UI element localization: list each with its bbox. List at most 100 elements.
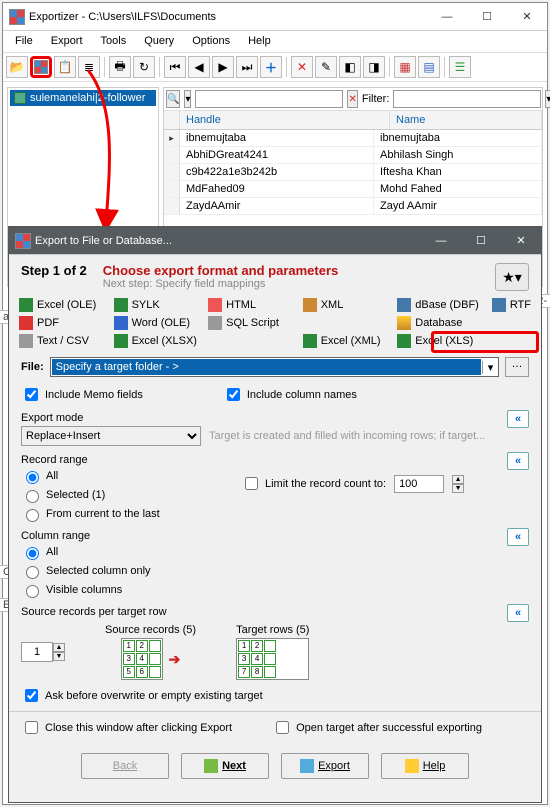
collapse-button[interactable]: « [507, 410, 529, 428]
table-row[interactable]: ibnemujtabaibnemujtaba [164, 130, 542, 147]
tool-a-icon[interactable]: ◧ [339, 56, 361, 78]
dlg-maximize-button[interactable]: ☐ [461, 227, 501, 255]
main-toolbar: 📂 📋 ≣ 🖶 ↻ ⏮ ◀ ▶ ⏭ ＋ ✕ ✎ ◧ ◨ ▦ ▤ ☰ [3, 53, 547, 82]
chk-ask-overwrite[interactable]: Ask before overwrite or empty existing t… [21, 686, 529, 705]
collapse-button[interactable]: « [507, 604, 529, 622]
format-sql[interactable]: SQL Script [206, 315, 389, 331]
filter-input[interactable] [393, 90, 541, 108]
format-word[interactable]: Word (OLE) [112, 315, 201, 331]
table-row[interactable]: MdFahed09Mohd Fahed [164, 181, 542, 198]
format-excel-xml[interactable]: Excel (XML) [301, 333, 390, 349]
export-mode-select[interactable]: Replace+Insert [21, 426, 201, 446]
dialog-title: Export to File or Database... [35, 235, 172, 247]
limit-input[interactable] [394, 475, 444, 493]
step-subheading: Next step: Specify field mappings [103, 278, 339, 290]
rr-current[interactable]: From current to the last [21, 506, 529, 522]
view-grid-icon[interactable]: ▦ [394, 56, 416, 78]
cr-visible[interactable]: Visible columns [21, 582, 529, 598]
format-sylk[interactable]: SYLK [112, 297, 201, 313]
titlebar: Exportizer - C:\Users\ILFS\Documents — ☐… [3, 3, 547, 31]
limit-spinner[interactable]: ▲▼ [452, 475, 464, 493]
cr-selected[interactable]: Selected column only [21, 563, 529, 579]
code-icon[interactable]: ≣ [78, 56, 100, 78]
export-button[interactable]: Export [281, 753, 369, 779]
dlg-minimize-button[interactable]: — [421, 227, 461, 255]
menu-query[interactable]: Query [136, 33, 182, 50]
file-path-select[interactable]: Specify a target folder - > ▾ [50, 357, 499, 377]
col-name[interactable]: Name [390, 111, 542, 129]
format-grid: Excel (OLE) SYLK HTML XML dBase (DBF) RT… [17, 297, 533, 349]
menu-export[interactable]: Export [43, 33, 91, 50]
collapse-button[interactable]: « [507, 528, 529, 546]
edit-icon[interactable]: ✎ [315, 56, 337, 78]
format-dbf[interactable]: dBase (DBF) [395, 297, 484, 313]
chk-close-after[interactable]: Close this window after clicking Export [21, 718, 232, 737]
back-button[interactable]: Back [81, 753, 169, 779]
dropdown-icon[interactable]: ▾ [184, 90, 191, 108]
tree-item-selected[interactable]: sulemanelahi|2-follower [10, 90, 156, 106]
menu-options[interactable]: Options [184, 33, 238, 50]
format-pdf[interactable]: PDF [17, 315, 106, 331]
format-rtf[interactable]: RTF [490, 297, 533, 313]
next-icon [204, 759, 218, 773]
format-database[interactable]: Database [395, 315, 484, 331]
binoculars-icon[interactable]: 🔍 [166, 90, 180, 108]
browse-button[interactable]: … [505, 357, 529, 377]
collapse-button[interactable]: « [507, 452, 529, 470]
table-row[interactable]: AbhiDGreat4241Abhilash Singh [164, 147, 542, 164]
add-icon[interactable]: ＋ [260, 56, 282, 78]
delete-icon[interactable]: ✕ [291, 56, 313, 78]
format-xls[interactable]: Excel (XLS) [395, 333, 533, 349]
dialog-icon [15, 233, 31, 249]
export-grid-icon[interactable] [30, 56, 52, 78]
per-row-input[interactable] [21, 642, 53, 662]
format-html[interactable]: HTML [206, 297, 295, 313]
format-excel-ole[interactable]: Excel (OLE) [17, 297, 106, 313]
per-row-spinner[interactable]: ▲▼ [53, 643, 65, 661]
grid-header: Handle Name [164, 111, 542, 130]
help-button[interactable]: Help [381, 753, 469, 779]
search-input[interactable] [195, 90, 343, 108]
step-heading: Choose export format and parameters [103, 263, 339, 278]
target-rows-label: Target rows (5) [236, 624, 309, 636]
chk-colnames[interactable]: Include column names [223, 385, 357, 404]
maximize-button[interactable]: ☐ [467, 3, 507, 31]
columns-icon[interactable]: ☰ [449, 56, 471, 78]
menu-file[interactable]: File [7, 33, 41, 50]
nav-first-icon[interactable]: ⏮ [164, 56, 186, 78]
grid-body: ibnemujtabaibnemujtaba AbhiDGreat4241Abh… [164, 130, 542, 215]
nav-last-icon[interactable]: ⏭ [236, 56, 258, 78]
chk-memo[interactable]: Include Memo fields [21, 385, 143, 404]
minimize-button[interactable]: — [427, 3, 467, 31]
menu-help[interactable]: Help [240, 33, 279, 50]
next-button[interactable]: Next [181, 753, 269, 779]
dlg-close-button[interactable]: ✕ [501, 227, 541, 255]
filter-dd-icon[interactable]: ▾ [545, 90, 550, 108]
format-xlsx[interactable]: Excel (XLSX) [112, 333, 295, 349]
chevron-down-icon[interactable]: ▾ [482, 361, 498, 374]
chk-limit[interactable]: Limit the record count to: [241, 474, 386, 493]
copy-icon[interactable]: 📋 [54, 56, 76, 78]
help-icon [405, 759, 419, 773]
format-xml[interactable]: XML [301, 297, 390, 313]
refresh-icon[interactable]: ↻ [133, 56, 155, 78]
table-row[interactable]: c9b422a1e3b242bIftesha Khan [164, 164, 542, 181]
nav-prev-icon[interactable]: ◀ [188, 56, 210, 78]
cr-all[interactable]: All [21, 544, 529, 560]
format-text[interactable]: Text / CSV [17, 333, 106, 349]
chk-open-after[interactable]: Open target after successful exporting [272, 718, 482, 737]
menubar: File Export Tools Query Options Help [3, 31, 547, 53]
export-mode-label: Export mode [21, 412, 529, 424]
table-row[interactable]: ZaydAAmirZayd AAmir [164, 198, 542, 215]
source-records-label: Source records (5) [105, 624, 196, 636]
nav-next-icon[interactable]: ▶ [212, 56, 234, 78]
tool-b-icon[interactable]: ◨ [363, 56, 385, 78]
col-handle[interactable]: Handle [180, 111, 390, 129]
print-icon[interactable]: 🖶 [109, 56, 131, 78]
view-form-icon[interactable]: ▤ [418, 56, 440, 78]
favorite-button[interactable]: ★▾ [495, 263, 529, 291]
open-icon[interactable]: 📂 [6, 56, 28, 78]
menu-tools[interactable]: Tools [93, 33, 135, 50]
close-button[interactable]: ✕ [507, 3, 547, 31]
clear-search-icon[interactable]: ✕ [347, 90, 357, 108]
